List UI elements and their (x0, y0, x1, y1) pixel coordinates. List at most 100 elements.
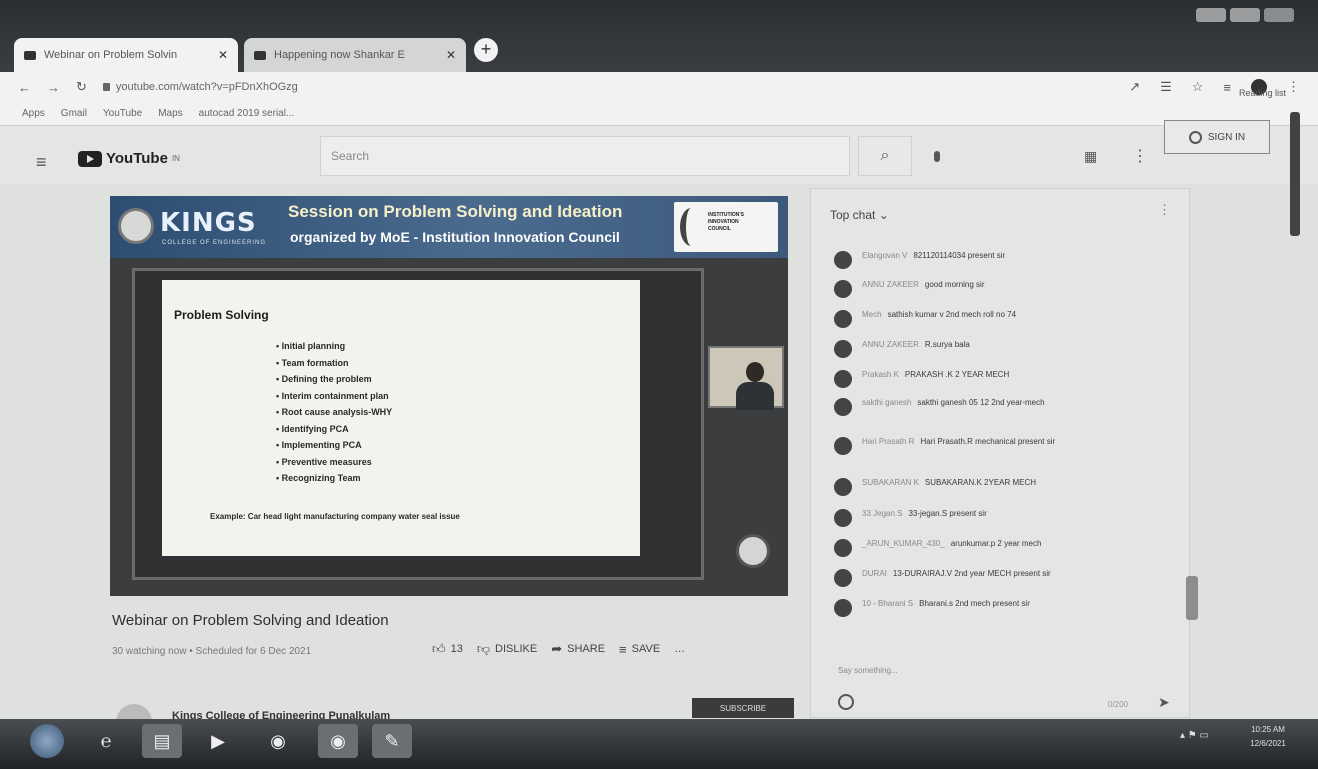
reload-icon[interactable]: ↻ (76, 79, 87, 95)
chat-text: 821120114034 present sir (913, 251, 1006, 260)
chat-message: Mech sathish kumar v 2nd mech roll no 74 (834, 309, 1134, 328)
video-title: Webinar on Problem Solving and Ideation (112, 612, 389, 629)
forward-icon[interactable]: → (47, 80, 60, 95)
dislike-button[interactable]: 👎︎ DISLIKE (477, 641, 537, 657)
internet-explorer-icon[interactable]: ℮ (86, 724, 126, 758)
maximize-button[interactable] (1230, 8, 1260, 22)
slide-bullet: Team formation (276, 355, 392, 372)
sign-in-button[interactable]: SIGN IN (1164, 120, 1270, 154)
reading-list-button[interactable]: Reading list (1239, 88, 1286, 98)
kings-logo-subtext: COLLEGE OF ENGINEERING (162, 240, 267, 246)
chat-message: ANNU ZAKEER good morning sir (834, 279, 1134, 298)
chat-avatar (834, 280, 852, 298)
chat-text: 13-DURAIRAJ.V 2nd year MECH present sir (892, 569, 1051, 578)
presenter-head (746, 362, 764, 382)
slide-bullet: Initial planning (276, 338, 392, 355)
bookmark-maps[interactable]: Maps (158, 108, 182, 119)
presenter-body (736, 382, 774, 410)
webinar-banner: KINGS COLLEGE OF ENGINEERING Session on … (110, 196, 788, 258)
youtube-play-icon (78, 150, 102, 167)
share-label: SHARE (567, 643, 606, 655)
chat-avatar (834, 509, 852, 527)
corner-seal-icon (736, 534, 770, 568)
more-actions-button[interactable]: … (674, 643, 685, 655)
bookmark-youtube[interactable]: YouTube (103, 108, 142, 119)
subscribe-button[interactable]: SUBSCRIBE (692, 698, 794, 718)
send-icon[interactable]: ➤ (1158, 694, 1170, 711)
chat-avatar (834, 370, 852, 388)
close-tab-icon[interactable]: ✕ (218, 48, 228, 62)
minimize-button[interactable] (1196, 8, 1226, 22)
tab-title: Webinar on Problem Solvin (44, 49, 178, 61)
share-button[interactable]: ➦ SHARE (551, 641, 605, 657)
slide-example: Example: Car head light manufacturing co… (210, 512, 460, 521)
system-tray-icons[interactable]: ▴ ⚑ ▭ (1180, 730, 1209, 741)
youtube-logo[interactable]: YouTube IN (78, 150, 180, 167)
chat-message: Hari Prasath R Hari Prasath.R mechanical … (834, 436, 1134, 455)
chat-text: 33-jegan.S present sir (908, 509, 987, 518)
hamburger-menu-icon[interactable]: ≡ (36, 152, 47, 173)
chat-text: SUBAKARAN.K 2YEAR MECH (924, 478, 1037, 487)
chat-text: arunkumar.p 2 year mech (950, 539, 1042, 548)
address-bar[interactable]: youtube.com/watch?v=pFDnXhOGzg (102, 81, 298, 93)
start-button[interactable] (30, 724, 64, 758)
settings-menu-icon[interactable]: ⋮ (1132, 146, 1148, 166)
media-icon[interactable]: ≡ (1223, 80, 1231, 95)
chat-menu-icon[interactable]: ⋮ (1158, 202, 1171, 218)
bookmark-apps[interactable]: Apps (22, 108, 45, 119)
browser-toolbar: ← → ↻ youtube.com/watch?v=pFDnXhOGzg ↗ ☰… (0, 72, 1318, 102)
chat-author: ANNU ZAKEER (862, 280, 919, 289)
clock-time: 10:25 AM (1251, 725, 1285, 734)
bookmark-gmail[interactable]: Gmail (61, 108, 87, 119)
clock[interactable]: 10:25 AM 12/6/2021 (1236, 720, 1300, 756)
chat-message: sakthi ganesh sakthi ganesh 05 12 2nd yea… (834, 397, 1134, 416)
paint-icon[interactable]: ✎ (372, 724, 412, 758)
search-input[interactable]: Search (320, 136, 850, 176)
chat-message: 10 - Bharani S Bharani.s 2nd mech present… (834, 598, 1134, 617)
tab-webinar[interactable]: Webinar on Problem Solvin ✕ (14, 38, 238, 72)
share-icon[interactable]: ↗ (1129, 79, 1140, 95)
back-icon[interactable]: ← (18, 80, 31, 95)
media-player-icon[interactable]: ▶ (198, 724, 238, 758)
new-tab-button[interactable]: + (474, 38, 498, 62)
chat-author: Elangovan V (862, 251, 908, 260)
chat-mode-dropdown[interactable]: Top chat ⌄ (830, 208, 889, 222)
close-window-button[interactable] (1264, 8, 1294, 22)
file-explorer-icon[interactable]: ▤ (142, 724, 182, 758)
tab-happening-now[interactable]: Happening now Shankar E ✕ (244, 38, 466, 72)
search-button[interactable]: ⌕ (858, 136, 912, 176)
browser-menu-icon[interactable]: ⋮ (1287, 79, 1300, 95)
share-arrow-icon: ➦ (551, 641, 563, 656)
bookmark-star-icon[interactable]: ☆ (1192, 79, 1204, 95)
chat-avatar (834, 251, 852, 269)
video-player[interactable]: KINGS COLLEGE OF ENGINEERING Session on … (110, 196, 788, 596)
chrome-window-icon[interactable]: ◉ (318, 724, 358, 758)
playlist-add-icon: ≡ (619, 641, 627, 657)
chat-author: Mech (862, 310, 882, 319)
page-scrollbar[interactable] (1290, 112, 1300, 236)
mic-icon[interactable] (930, 146, 944, 166)
close-tab-icon[interactable]: ✕ (446, 48, 456, 62)
chat-scrollbar[interactable] (1186, 576, 1198, 620)
url-text: youtube.com/watch?v=pFDnXhOGzg (115, 81, 298, 93)
bookmark-autocad[interactable]: autocad 2019 serial... (199, 108, 295, 119)
chat-message: Elangovan V 821120114034 present sir (834, 250, 1134, 269)
thumbs-down-icon: 👎︎ (476, 641, 491, 656)
sign-in-label: SIGN IN (1207, 131, 1246, 143)
chat-message: 33 Jegan.S 33-jegan.S present sir (834, 508, 1134, 527)
like-button[interactable]: 👍︎ 13 (432, 641, 463, 657)
chrome-icon[interactable]: ◉ (258, 724, 298, 758)
slide-bullet: Root cause analysis-WHY (276, 404, 393, 421)
save-button[interactable]: ≡ SAVE (619, 642, 660, 657)
chat-message: DURAI 13-DURAIRAJ.V 2nd year MECH present… (834, 568, 1134, 587)
presenter-webcam (708, 346, 784, 410)
chat-input[interactable]: Say something... (838, 666, 898, 675)
apps-grid-icon[interactable]: ▦ (1084, 148, 1097, 165)
chat-text: PRAKASH .K 2 YEAR MECH (904, 370, 1010, 379)
slide-bullet: Interim containment plan (276, 388, 392, 405)
youtube-favicon-icon (24, 50, 36, 60)
emoji-icon[interactable] (838, 694, 854, 710)
iic-logo: INSTITUTION'S INNOVATION COUNCIL (674, 202, 778, 252)
banner-subtitle: organized by MoE - Institution Innovatio… (290, 229, 620, 245)
extensions-icon[interactable]: ☰ (1160, 79, 1172, 95)
